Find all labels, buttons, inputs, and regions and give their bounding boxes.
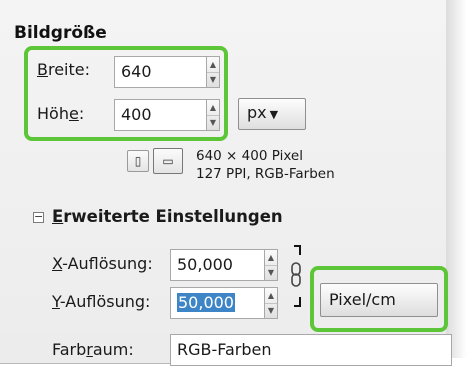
section-title-image-size: Bildgröße	[14, 23, 107, 43]
image-resolution-text: 127 PPI, RGB-Farben	[196, 166, 335, 182]
collapse-icon[interactable]: −	[33, 211, 44, 223]
y-resolution-increment-icon[interactable]: ▲	[265, 288, 277, 304]
x-resolution-label: X-Auflösung:	[52, 254, 153, 273]
portrait-icon: ▯	[134, 154, 142, 168]
x-resolution-increment-icon[interactable]: ▲	[265, 250, 277, 266]
highlight-width-height	[24, 46, 228, 141]
landscape-orientation-button[interactable]: ▭	[153, 148, 183, 174]
chain-bracket-bottom	[294, 297, 301, 307]
chevron-down-icon: ▼	[269, 108, 279, 121]
landscape-icon: ▭	[162, 154, 174, 168]
x-resolution-spinner[interactable]: ▲ ▼	[264, 249, 278, 281]
image-dimensions-text: 640 × 400 Pixel	[196, 148, 303, 164]
highlight-resolution-unit	[310, 266, 448, 332]
chain-icon	[291, 262, 301, 287]
y-resolution-input[interactable]: 50,000	[170, 287, 266, 319]
x-resolution-input[interactable]: 50,000	[170, 249, 266, 281]
portrait-orientation-button[interactable]: ▯	[127, 150, 149, 172]
colorspace-select[interactable]: RGB-Farben	[170, 334, 452, 366]
x-resolution-decrement-icon[interactable]: ▼	[265, 265, 277, 280]
colorspace-label: Farbraum:	[52, 340, 134, 359]
size-unit-button[interactable]: px ▼	[238, 98, 306, 130]
panel-shadow	[446, 0, 472, 358]
y-resolution-label: Y-Auflösung:	[52, 292, 151, 311]
y-resolution-spinner[interactable]: ▲ ▼	[264, 287, 278, 319]
advanced-settings-toggle[interactable]: Erweiterte Einstellungen	[52, 207, 283, 226]
image-info: 640 × 400 Pixel 127 PPI, RGB-Farben	[196, 147, 335, 183]
chain-bracket-top	[294, 245, 301, 255]
chain-link-button[interactable]	[287, 244, 305, 307]
y-resolution-decrement-icon[interactable]: ▼	[265, 303, 277, 318]
